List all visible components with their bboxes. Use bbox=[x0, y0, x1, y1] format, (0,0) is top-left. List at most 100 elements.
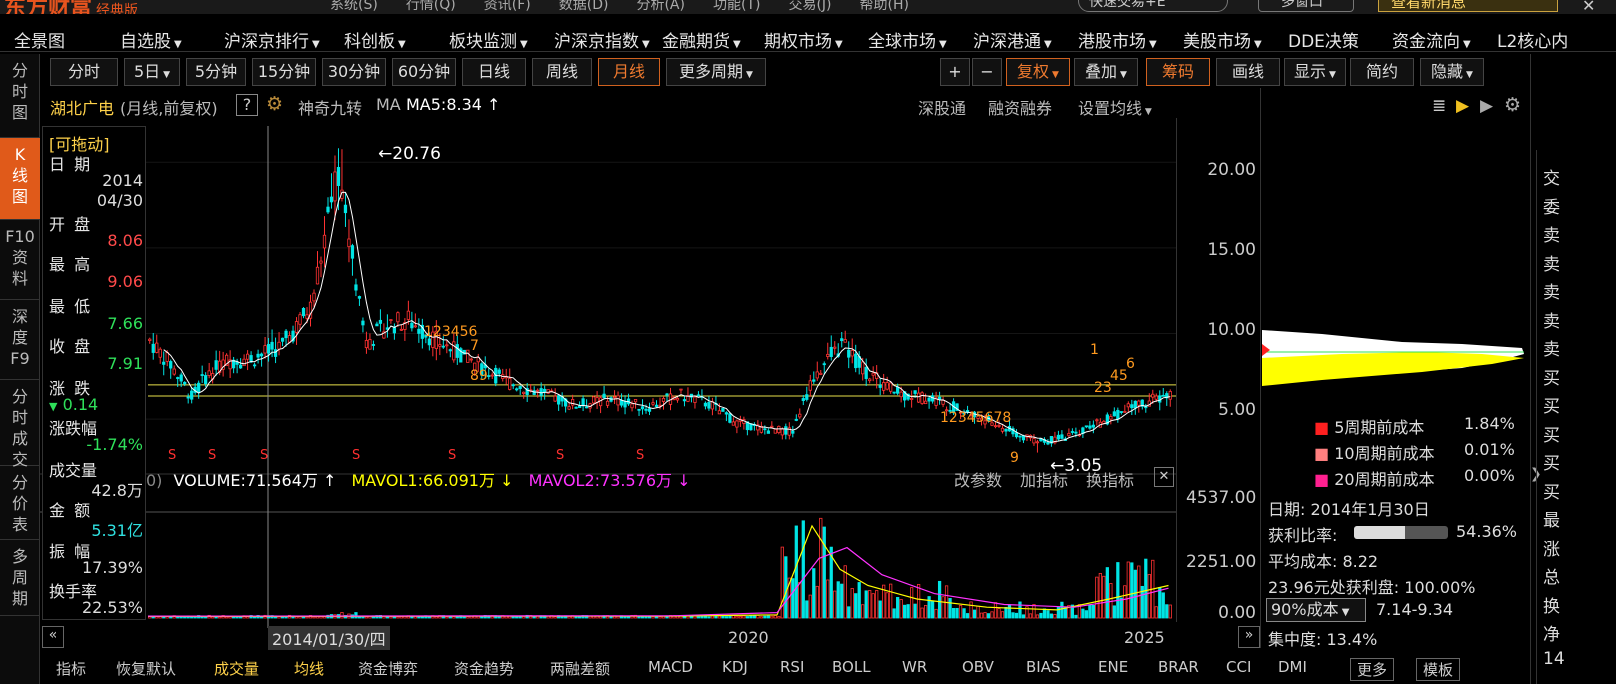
nav-item[interactable]: 全球市场 ▼ bbox=[868, 27, 947, 52]
period-button[interactable]: 周线 bbox=[532, 58, 592, 86]
tool-button[interactable]: 显示 ▼ bbox=[1284, 58, 1346, 86]
menu-item[interactable]: 行情(Q) bbox=[406, 0, 456, 13]
scroll-left-icon[interactable]: « bbox=[42, 626, 64, 648]
menu-item[interactable]: 交易(J) bbox=[788, 0, 831, 13]
candle-body bbox=[731, 421, 736, 426]
volume-bar bbox=[560, 616, 564, 619]
indicator-tab[interactable]: BRAR bbox=[1158, 658, 1199, 676]
scroll-right-icon[interactable]: » bbox=[1238, 626, 1260, 648]
tool-button[interactable]: 复权 ▼ bbox=[1006, 58, 1070, 86]
menu-item[interactable]: 资讯(F) bbox=[484, 0, 531, 13]
menu-item[interactable]: 数据(D) bbox=[559, 0, 609, 13]
help-button[interactable]: ? bbox=[236, 94, 258, 116]
tool-button[interactable]: 简约 bbox=[1350, 58, 1414, 86]
indicator-tab[interactable]: DMI bbox=[1278, 658, 1307, 676]
view-tab[interactable]: 分 时 成 交 bbox=[0, 380, 40, 469]
indicator-tab[interactable]: 成交量 bbox=[214, 658, 259, 679]
sz-connect-link[interactable]: 深股通 bbox=[918, 95, 966, 119]
indicator-tab[interactable]: CCI bbox=[1226, 658, 1251, 676]
nav-item[interactable]: 港股市场 ▼ bbox=[1078, 27, 1157, 52]
period-button[interactable]: 月线 bbox=[598, 58, 660, 86]
period-button[interactable]: 分时 bbox=[50, 58, 118, 86]
tool-button[interactable]: − bbox=[972, 58, 1002, 86]
menu-item[interactable]: 系统(S) bbox=[330, 0, 378, 13]
menu-item[interactable]: 功能(T) bbox=[713, 0, 760, 13]
cost-select[interactable]: 90%成本 ▼ bbox=[1266, 598, 1366, 622]
volume-bar bbox=[962, 608, 966, 619]
nav-item[interactable]: 沪深京指数 ▼ bbox=[554, 27, 650, 52]
period-button[interactable]: 30分钟 bbox=[322, 58, 386, 86]
nav-item[interactable]: 美股市场 ▼ bbox=[1183, 27, 1262, 52]
indicator-tab[interactable]: 指标 bbox=[56, 658, 86, 679]
indicator-tab[interactable]: 恢复默认 bbox=[116, 658, 176, 679]
period-button[interactable]: 日线 bbox=[462, 58, 526, 86]
margin-trading-link[interactable]: 融资融券 bbox=[988, 95, 1052, 119]
view-tab[interactable]: K 线 图 bbox=[0, 138, 40, 220]
indicator-tab[interactable]: 资金趋势 bbox=[454, 658, 514, 679]
ma-settings-link[interactable]: 设置均线 ▼ bbox=[1078, 95, 1152, 119]
indicator-tab[interactable]: BOLL bbox=[832, 658, 871, 676]
edit-params-link[interactable]: 改参数 bbox=[954, 467, 1002, 491]
indicator-tab[interactable]: ENE bbox=[1098, 658, 1128, 676]
multi-window-button[interactable]: 多窗口 bbox=[1258, 0, 1354, 12]
candle-body bbox=[693, 396, 697, 403]
indicator-tab[interactable]: 两融差额 bbox=[550, 658, 610, 679]
candle-body bbox=[1154, 395, 1158, 400]
indicator-tab[interactable]: 资金博弈 bbox=[358, 658, 418, 679]
menu-item[interactable]: 分析(A) bbox=[636, 0, 685, 13]
nav-item[interactable]: 沪深京排行 ▼ bbox=[224, 27, 320, 52]
period-button[interactable]: 更多周期 ▼ bbox=[666, 58, 766, 86]
nav-item[interactable]: DDE决策 bbox=[1288, 27, 1359, 52]
view-tab[interactable]: 分 价 表 bbox=[0, 466, 40, 540]
tool-button[interactable]: 隐藏 ▼ bbox=[1420, 58, 1484, 86]
view-tab[interactable]: 多 周 期 bbox=[0, 540, 40, 616]
volume-bar bbox=[752, 615, 756, 619]
news-button[interactable]: 查看新消息 bbox=[1378, 0, 1558, 12]
candle-body bbox=[176, 377, 180, 379]
nav-item[interactable]: 自选股 ▼ bbox=[120, 27, 182, 52]
nav-item[interactable]: 金融期货 ▼ bbox=[662, 27, 741, 52]
tool-button[interactable]: 筹码 bbox=[1146, 58, 1210, 86]
period-button[interactable]: 60分钟 bbox=[392, 58, 456, 86]
nav-item[interactable]: 全景图 bbox=[14, 27, 65, 52]
volume-bar bbox=[1084, 610, 1088, 619]
close-indicator-icon[interactable]: ✕ bbox=[1154, 467, 1174, 487]
stock-name[interactable]: 湖北广电 bbox=[50, 95, 114, 119]
period-button[interactable]: 15分钟 bbox=[252, 58, 316, 86]
indicator-tab[interactable]: 均线 bbox=[294, 658, 324, 679]
nav-item[interactable]: 科创板 ▼ bbox=[344, 27, 406, 52]
volume-bar bbox=[312, 616, 316, 619]
data-window[interactable]: [可拖动] 日 期 2014 04/30 开 盘 8.06 最 高 9.06 最… bbox=[42, 126, 146, 620]
view-tab[interactable]: 深 度 F9 bbox=[0, 300, 40, 380]
gear-icon[interactable]: ⚙ bbox=[266, 93, 283, 115]
tool-button[interactable]: + bbox=[940, 58, 970, 86]
indicator-name[interactable]: 神奇九转 bbox=[298, 95, 362, 119]
nav-item[interactable]: 资金流向 ▼ bbox=[1392, 27, 1471, 52]
period-button[interactable]: 5分钟 bbox=[186, 58, 246, 86]
indicator-tab[interactable]: 模板 bbox=[1416, 658, 1461, 681]
nav-item[interactable]: L2核心内 bbox=[1497, 27, 1568, 52]
indicator-tab[interactable]: RSI bbox=[780, 658, 804, 676]
menu-item[interactable]: 帮助(H) bbox=[860, 0, 909, 13]
indicator-tab[interactable]: MACD bbox=[648, 658, 693, 676]
indicator-tab[interactable]: KDJ bbox=[722, 658, 748, 676]
indicator-tab[interactable]: BIAS bbox=[1026, 658, 1061, 676]
candle-body bbox=[571, 399, 575, 406]
indicator-tab[interactable]: WR bbox=[902, 658, 927, 676]
nav-item[interactable]: 期权市场 ▼ bbox=[764, 27, 843, 52]
nav-item[interactable]: 沪深港通 ▼ bbox=[973, 27, 1052, 52]
switch-indicator-link[interactable]: 换指标 bbox=[1086, 467, 1134, 491]
volume-bar bbox=[1007, 604, 1012, 619]
quick-trade-button[interactable]: 快速交易+E bbox=[1078, 0, 1228, 12]
add-indicator-link[interactable]: 加指标 bbox=[1020, 467, 1068, 491]
indicator-tab[interactable]: OBV bbox=[962, 658, 994, 676]
close-icon[interactable]: ✕ bbox=[1582, 0, 1595, 14]
tool-button[interactable]: 叠加 ▼ bbox=[1074, 58, 1138, 86]
tool-button[interactable]: 画线 bbox=[1216, 58, 1280, 86]
candle-body bbox=[445, 344, 449, 347]
indicator-tab[interactable]: 更多 bbox=[1350, 658, 1395, 681]
nav-item[interactable]: 板块监测 ▼ bbox=[449, 27, 528, 52]
view-tab[interactable]: F10 资 料 bbox=[0, 220, 40, 300]
period-button[interactable]: 5日 ▼ bbox=[124, 58, 180, 86]
view-tab[interactable]: 分 时 图 bbox=[0, 54, 40, 138]
